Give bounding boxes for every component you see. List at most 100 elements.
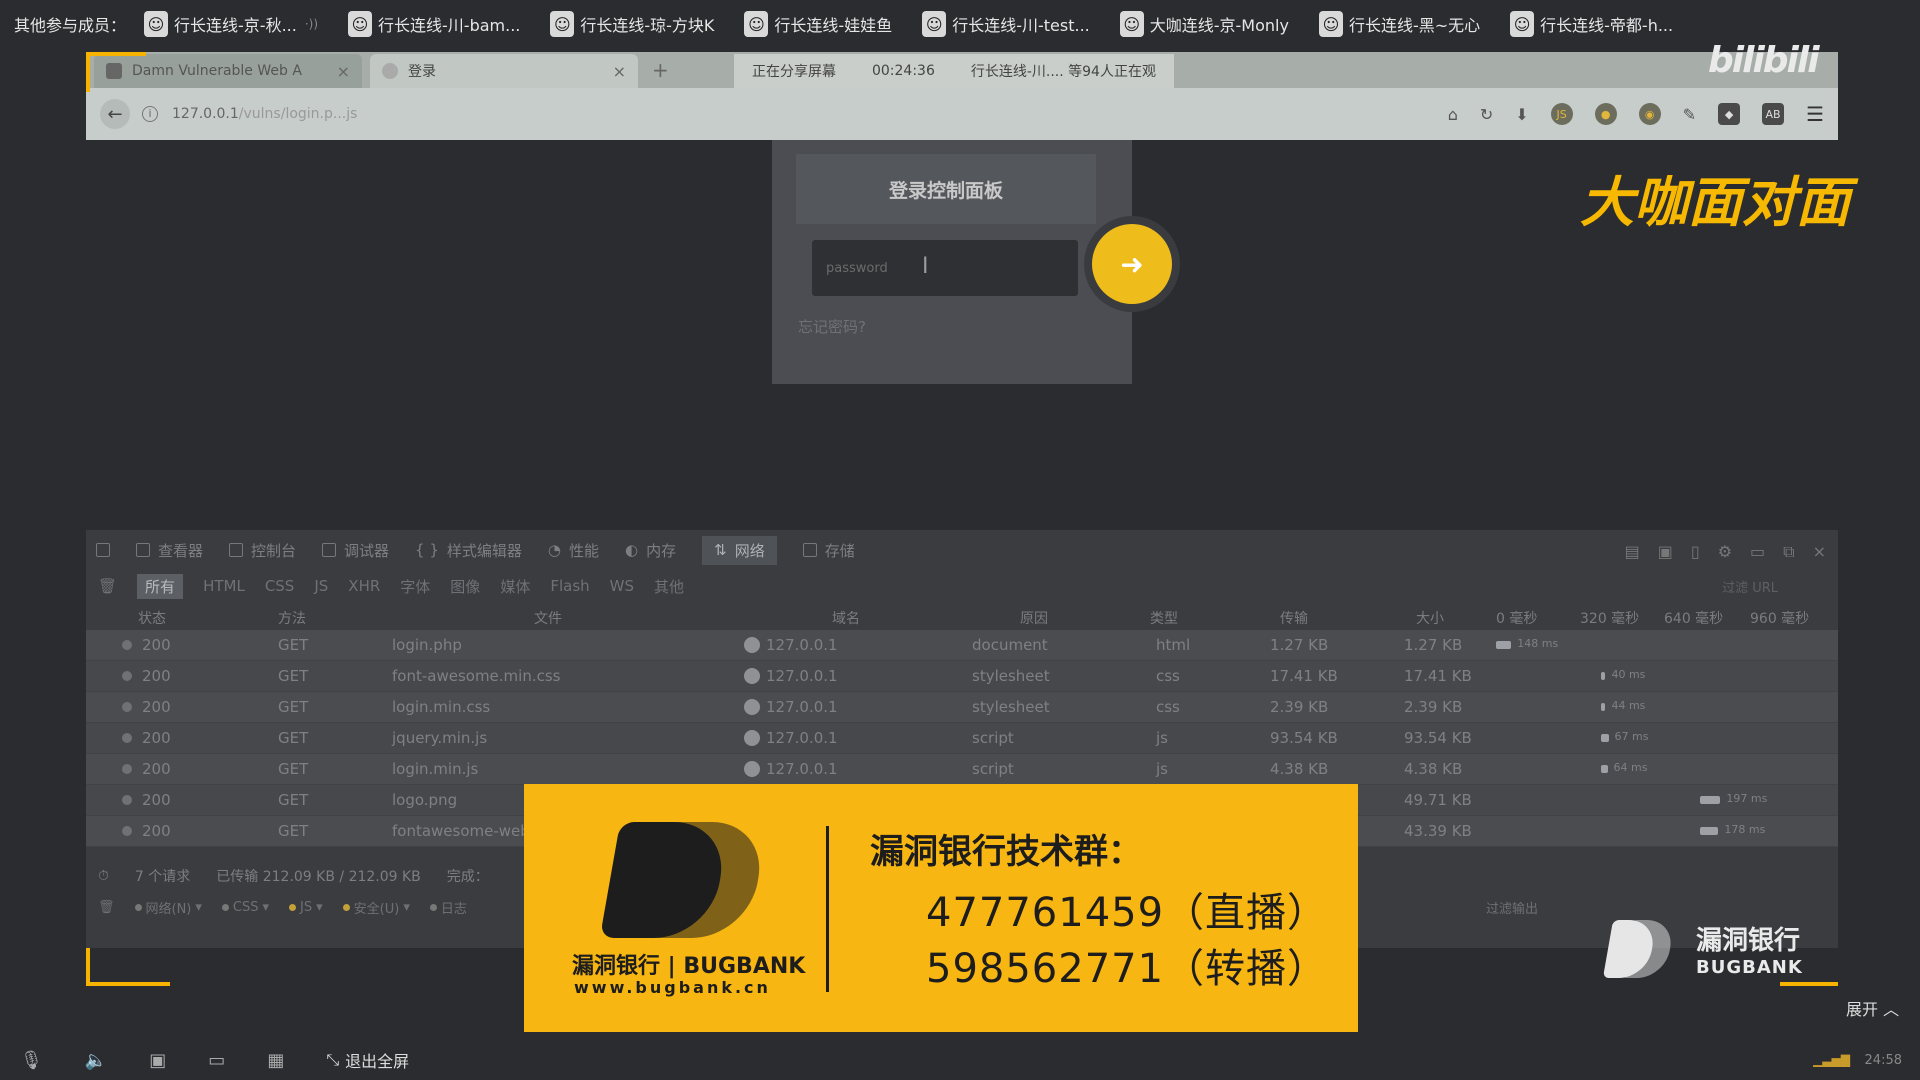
col-file[interactable]: 文件	[534, 608, 562, 628]
close-icon[interactable]: ×	[1813, 542, 1826, 562]
cell-time: 148 ms	[1517, 637, 1559, 650]
filter-media[interactable]: 媒体	[500, 576, 530, 597]
console-filter-log[interactable]: 日志	[429, 898, 467, 917]
col-transferred[interactable]: 传输	[1280, 608, 1308, 628]
table-row[interactable]: 200 GET login.min.js 127.0.0.1 script js 4.38 …	[86, 754, 1838, 785]
tab-network[interactable]: ⇅ 网络	[702, 535, 777, 565]
home-icon[interactable]: ⌂	[1448, 105, 1458, 124]
text-cursor-icon: I	[922, 254, 929, 279]
tab-style-editor[interactable]: { } 样式编辑器	[415, 540, 522, 561]
tab-storage[interactable]: 存储	[802, 540, 855, 561]
col-domain[interactable]: 域名	[832, 608, 860, 628]
shield-icon[interactable]: ◆	[1718, 103, 1741, 125]
filter-ws[interactable]: WS	[610, 577, 634, 595]
tool-extension-icon[interactable]: ✎	[1683, 105, 1696, 124]
screen-share-icon[interactable]: ▭	[208, 1050, 225, 1071]
filter-fonts[interactable]: 字体	[400, 576, 430, 597]
filter-css[interactable]: CSS	[265, 577, 295, 595]
filter-flash[interactable]: Flash	[550, 577, 589, 595]
record-icon[interactable]: ▦	[267, 1050, 284, 1071]
trash-icon[interactable]: 🗑	[98, 900, 115, 915]
filter-label: 网络(N)	[145, 901, 192, 917]
password-input[interactable]: password I	[812, 240, 1078, 296]
tab-inspector[interactable]: 查看器	[136, 540, 203, 561]
popout-icon[interactable]: ⧉	[1783, 542, 1794, 562]
split-console-icon[interactable]: ▭	[1750, 542, 1765, 562]
forgot-password-link[interactable]: 忘记密码?	[798, 316, 866, 337]
col-method[interactable]: 方法	[278, 608, 306, 628]
table-row[interactable]: 200 GET font-awesome.min.css 127.0.0.1 style…	[86, 661, 1838, 692]
mic-muted-icon[interactable]: 🎙	[20, 1050, 43, 1071]
menu-icon[interactable]: ☰	[1806, 102, 1824, 126]
cell-method: GET	[278, 822, 309, 840]
share-viewers: 行长连线-川.... 等94人正在观	[970, 64, 1156, 80]
filter-js[interactable]: JS	[314, 577, 328, 595]
adblock-icon[interactable]: AB	[1762, 103, 1785, 125]
table-row[interactable]: 200 GET login.php 127.0.0.1 document html 1.27…	[86, 630, 1838, 661]
col-cause[interactable]: 原因	[1020, 608, 1048, 628]
tab-console[interactable]: 控制台	[229, 540, 296, 561]
participant-item[interactable]: ☺ 行长连线-娃娃鱼	[744, 11, 892, 37]
tab-label: 调试器	[344, 541, 390, 560]
console-filter-js[interactable]: JS ▾	[289, 900, 323, 915]
table-row[interactable]: 200 GET jquery.min.js 127.0.0.1 script js 93.5…	[86, 723, 1838, 754]
tab-memory[interactable]: ◐ 内存	[625, 540, 676, 561]
filter-html[interactable]: HTML	[203, 577, 245, 595]
inspector-icon	[136, 543, 150, 557]
device-icon[interactable]: ▯	[1691, 542, 1700, 562]
console-filter-css[interactable]: CSS ▾	[221, 900, 269, 915]
col-status[interactable]: 状态	[138, 608, 166, 628]
console-filter-net[interactable]: 网络(N) ▾	[134, 898, 202, 917]
participant-item[interactable]: ☺ 行长连线-川-bam...	[348, 11, 520, 37]
inspector-pick-icon[interactable]	[96, 543, 110, 557]
cell-status: 200	[142, 822, 171, 840]
info-icon[interactable]: i	[142, 106, 158, 122]
url-filter-input[interactable]: 过滤 URL	[1722, 577, 1778, 596]
avatar: ☺	[348, 11, 373, 37]
filter-other[interactable]: 其他	[654, 576, 684, 597]
cell-transferred: 1.27 KB	[1270, 636, 1329, 654]
gear-icon[interactable]: ⚙	[1718, 542, 1732, 562]
download-icon[interactable]: ⬇	[1515, 105, 1528, 124]
participant-item[interactable]: ☺ 行长连线-京-秋... ·))	[144, 11, 318, 37]
tab-login[interactable]: 登录 ×	[370, 54, 638, 88]
console-filter-input[interactable]: 过滤输出	[1486, 898, 1538, 917]
expand-button[interactable]: 展开 ︿	[1846, 996, 1899, 1020]
filter-xhr[interactable]: XHR	[348, 577, 380, 595]
dock-icon[interactable]: ▤	[1625, 542, 1640, 562]
console-filter-security[interactable]: 安全(U) ▾	[342, 898, 410, 917]
back-arrow-icon[interactable]: ←	[100, 99, 130, 129]
new-tab-button[interactable]: +	[652, 58, 669, 82]
camera-off-icon[interactable]: ▣	[149, 1050, 166, 1071]
filter-images[interactable]: 图像	[450, 576, 480, 597]
col-size[interactable]: 大小	[1416, 608, 1444, 628]
col-type[interactable]: 类型	[1150, 608, 1178, 628]
reload-icon[interactable]: ↻	[1480, 105, 1493, 124]
cell-cause: stylesheet	[972, 698, 1050, 716]
extension-icon[interactable]: ◉	[1638, 103, 1661, 125]
participant-item[interactable]: ☺ 大咖连线-京-Monly	[1119, 11, 1289, 37]
responsive-icon[interactable]: ▣	[1658, 542, 1673, 562]
cookie-extension-icon[interactable]: ●	[1594, 103, 1617, 125]
avatar: ☺	[1119, 11, 1144, 37]
trash-icon[interactable]: 🗑	[98, 577, 117, 595]
js-extension-icon[interactable]: JS	[1550, 103, 1573, 125]
speaker-icon[interactable]: 🔈	[85, 1050, 107, 1071]
login-submit-button[interactable]: ➜	[1092, 224, 1172, 304]
cell-size: 43.39 KB	[1404, 822, 1472, 840]
tab-performance[interactable]: ◔ 性能	[548, 540, 599, 561]
filter-all[interactable]: 所有	[137, 573, 184, 599]
participant-item[interactable]: ☺ 行长连线-川-test...	[922, 11, 1090, 37]
close-icon[interactable]: ×	[337, 62, 350, 81]
frame-corner	[1780, 978, 1838, 986]
address-bar[interactable]: 127.0.0.1/vulns/login.p...js	[172, 106, 357, 122]
status-dot-icon	[122, 795, 132, 805]
exit-fullscreen-button[interactable]: ⤡ 退出全屏	[326, 1048, 409, 1072]
participant-item[interactable]: ☺ 行长连线-琼-方块K	[550, 11, 714, 37]
table-row[interactable]: 200 GET login.min.css 127.0.0.1 stylesheet cs…	[86, 692, 1838, 723]
participant-item[interactable]: ☺ 行长连线-黑~无心	[1318, 11, 1480, 37]
participant-item[interactable]: ☺ 行长连线-帝都-h...	[1510, 11, 1673, 37]
globe-icon	[744, 761, 760, 777]
tab-debugger[interactable]: 调试器	[322, 540, 389, 561]
close-icon[interactable]: ×	[613, 62, 626, 81]
